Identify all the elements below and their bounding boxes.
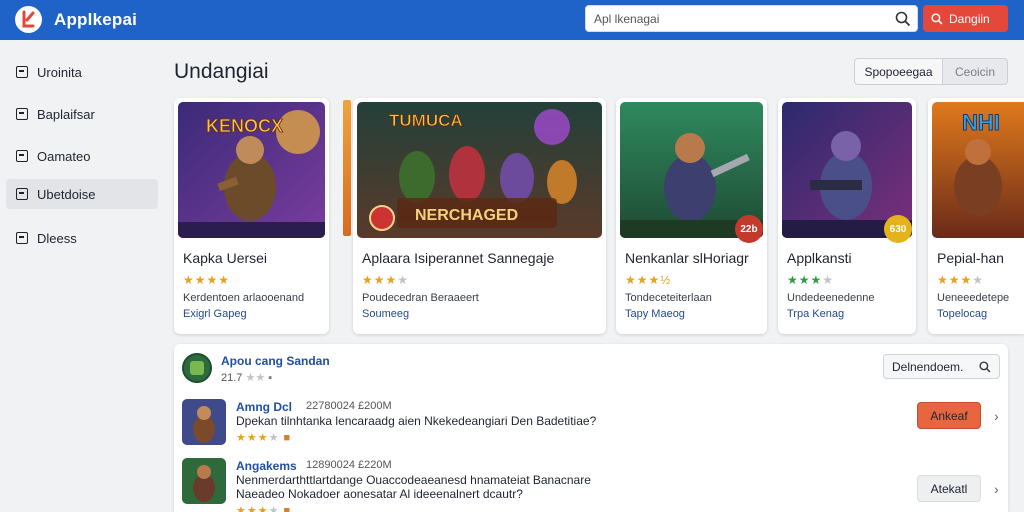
svg-text:TUMUCA: TUMUCA — [389, 111, 463, 130]
segment-tab-2[interactable]: Ceoicin — [943, 58, 1008, 85]
game-art-image: TUMUCA NERCHAGED — [357, 102, 602, 238]
sidebar-item-label: Dleess — [37, 230, 77, 246]
review-text-line-2: Naeadeo Nokadoer aonesatar Al ideeenalne… — [236, 487, 523, 501]
square-icon — [16, 108, 28, 120]
sidebar-item-3[interactable]: Oamateo — [6, 141, 158, 171]
search-box[interactable] — [585, 5, 918, 32]
topbar-action-button[interactable]: Dangiin — [923, 5, 1008, 32]
panel-meta: 21.7 ★★ ▪ — [221, 372, 273, 384]
card-title: Aplaara Isiperannet Sannegaje — [362, 250, 555, 266]
app-card[interactable]: 22b Nenkanlar slHoriagr ★★★½ Tondeceteit… — [616, 98, 767, 334]
app-name[interactable]: Applkepai — [54, 10, 137, 30]
search-icon — [979, 361, 991, 373]
card-title: Applkansti — [787, 250, 852, 266]
sidebar: Uroinita Baplaifsar Oamateo Ubetdoise Dl… — [0, 40, 165, 512]
card-developer: Poudecedran Beraaeert — [362, 292, 479, 304]
card-title: Pepial-han — [937, 250, 1004, 266]
rating-stars: ★★★★ — [937, 273, 985, 287]
card-category: Soumeeg — [362, 308, 410, 320]
card-developer: Kerdentoen arlaooenand — [183, 292, 305, 304]
filter-dropdown[interactable]: Delnendoem. — [883, 354, 1000, 379]
sidebar-item-label: Uroinita — [37, 64, 82, 80]
sidebar-item-2[interactable]: Baplaifsar — [6, 99, 158, 129]
panel-meta-value: 21.7 — [221, 372, 243, 384]
review-item: Angakems 12890024 £220M Nenmerdarthttlar… — [182, 458, 1004, 512]
card-art-title: NHI — [962, 110, 1000, 135]
chevron-right-icon[interactable]: › — [994, 409, 1004, 423]
square-icon — [16, 150, 28, 162]
reviewer-name[interactable]: Amng Dcl — [236, 400, 292, 414]
review-rating: ★★★★ ■ — [236, 505, 292, 512]
game-art-image: NHI — [932, 102, 1024, 238]
segment-tab-1[interactable]: Spopoeegaa — [854, 58, 943, 85]
card-category: Trpa Kenag — [787, 308, 845, 320]
sidebar-item-label: Ubetdoise — [37, 186, 96, 202]
sidebar-item-5[interactable]: Dleess — [6, 223, 158, 253]
sidebar-item-label: Oamateo — [37, 148, 91, 164]
card-art-title: KENOCX — [206, 116, 283, 136]
card-category: Tapy Maeog — [625, 308, 685, 320]
card-developer: Undedeenedenne — [787, 292, 875, 304]
review-rating: ★★★★ ■ — [236, 432, 292, 444]
review-item: Amng Dcl 22780024 £200M Dpekan tilnhtank… — [182, 399, 1002, 451]
reviewer-name[interactable]: Angakems — [236, 459, 297, 473]
panel-title[interactable]: Apou cang Sandan — [221, 354, 330, 368]
app-card[interactable]: NHI Pepial-han ★★★★ Ueneeedetepe Topeloc… — [928, 98, 1024, 334]
sidebar-item-label: Baplaifsar — [37, 106, 95, 122]
card-developer: Ueneeedetepe — [937, 292, 1010, 304]
rating-stars: ★★★★ — [787, 273, 835, 287]
search-icon[interactable] — [895, 11, 911, 27]
filter-label: Delnendoem. — [892, 359, 964, 374]
sidebar-item-4[interactable]: Ubetdoise — [6, 179, 158, 209]
review-text: Dpekan tilnhtanka lencaraadg aien Nkeked… — [236, 414, 597, 428]
top-bar: Applkepai Dangiin — [0, 0, 1024, 40]
card-edge — [343, 100, 351, 236]
card-category: Topelocag — [937, 308, 988, 320]
score-badge: 22b — [735, 215, 763, 243]
review-text-line-1: Nenmerdarthttlartdange Ouaccodeaeanesd h… — [236, 473, 591, 487]
reviews-panel: Apou cang Sandan 21.7 ★★ ▪ Delnendoem. A… — [174, 344, 1008, 512]
card-title: Kapka Uersei — [183, 250, 268, 266]
review-time: 12890024 £220M — [306, 459, 392, 471]
rating-stars: ★★★★ — [183, 273, 231, 287]
square-icon — [16, 188, 28, 200]
search-icon — [931, 12, 943, 24]
app-logo-icon[interactable] — [15, 6, 42, 33]
review-game-thumbnail[interactable] — [182, 458, 226, 504]
sidebar-item-1[interactable]: Uroinita — [6, 57, 158, 87]
app-card[interactable]: TUMUCA NERCHAGED Aplaara Isiperannet San… — [353, 98, 606, 334]
rating-stars: ★★★½ — [625, 273, 672, 287]
page-title: Undangiai — [174, 60, 269, 83]
card-category: Exigrl Gapeg — [183, 308, 247, 320]
square-icon — [16, 232, 28, 244]
review-action-button[interactable]: Atekatl — [917, 475, 981, 502]
app-card[interactable]: 630 Applkansti ★★★★ Undedeenedenne Trpa … — [778, 98, 916, 334]
rating-stars: ★★★★ — [362, 273, 410, 287]
app-card[interactable]: KENOCX Kapka Uersei ★★★★ Kerdentoen arla… — [174, 98, 329, 334]
score-badge: 630 — [884, 215, 912, 243]
square-icon — [16, 66, 28, 78]
review-game-thumbnail[interactable] — [182, 399, 226, 445]
card-title: Nenkanlar slHoriagr — [625, 250, 749, 266]
review-time: 22780024 £200M — [306, 400, 392, 412]
card-developer: Tondeceteiterlaan — [625, 292, 712, 304]
card-art-title: NERCHAGED — [415, 207, 518, 224]
search-input[interactable] — [594, 11, 884, 27]
topbar-action-label: Dangiin — [949, 11, 990, 26]
review-action-button[interactable]: Ankeaf — [917, 402, 981, 429]
chevron-right-icon[interactable]: › — [994, 482, 1004, 496]
game-art-image: KENOCX — [178, 102, 325, 238]
avatar — [182, 353, 212, 383]
